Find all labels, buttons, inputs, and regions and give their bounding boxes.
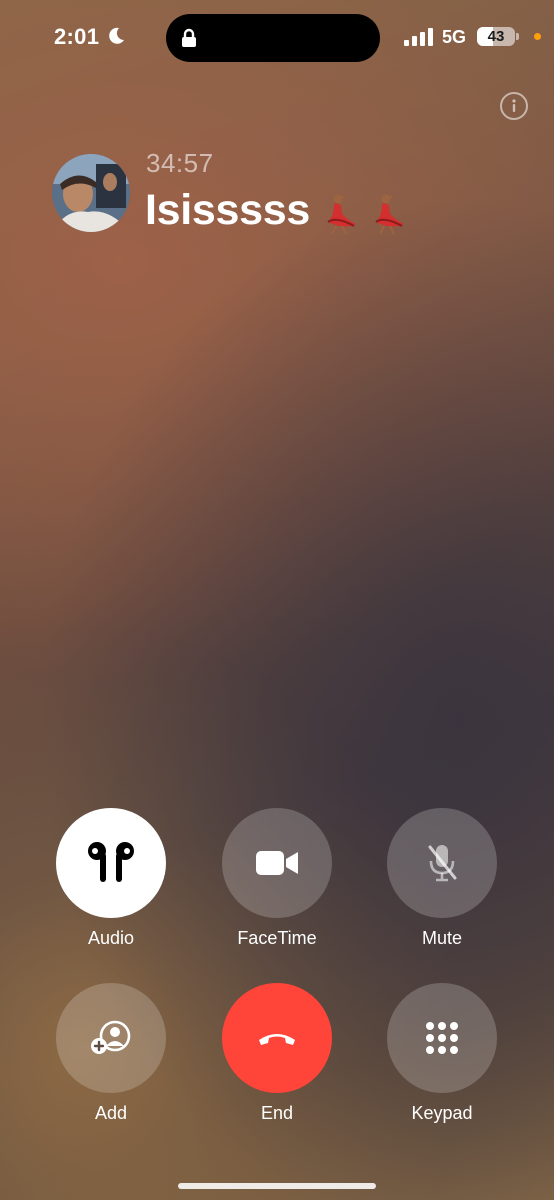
audio-button-circle[interactable] xyxy=(56,808,166,918)
audio-button[interactable]: Audio xyxy=(56,808,166,949)
video-camera-icon xyxy=(256,851,298,875)
audio-label: Audio xyxy=(87,928,135,948)
add-label: Add xyxy=(94,1103,128,1123)
facetime-label: FaceTime xyxy=(237,928,317,948)
add-call-button[interactable]: Add xyxy=(56,983,166,1124)
mute-label: Mute xyxy=(421,928,463,948)
end-call-button[interactable]: End xyxy=(222,983,332,1124)
mic-slash-icon xyxy=(428,845,457,882)
add-call-button-circle[interactable] xyxy=(56,983,166,1093)
mute-button-circle[interactable] xyxy=(387,808,497,918)
dynamic-island xyxy=(166,14,380,62)
home-indicator[interactable] xyxy=(178,1183,376,1189)
end-call-button-circle[interactable] xyxy=(222,983,332,1093)
airpods-icon xyxy=(88,842,134,882)
keypad-button[interactable]: Keypad xyxy=(387,983,497,1124)
keypad-icon xyxy=(426,1022,458,1054)
caller-avatar xyxy=(52,154,130,232)
keypad-label: Keypad xyxy=(411,1103,473,1123)
status-time: 2:01 xyxy=(54,24,100,49)
call-duration: 34:57 xyxy=(146,148,214,178)
battery-tip xyxy=(516,33,519,40)
facetime-button[interactable]: FaceTime xyxy=(222,808,332,949)
add-person-icon xyxy=(91,1020,131,1054)
privacy-indicator-dot xyxy=(534,33,541,40)
info-icon xyxy=(512,99,516,112)
phone-down-icon xyxy=(259,1034,295,1045)
moon-icon xyxy=(109,27,124,44)
mute-button[interactable]: Mute xyxy=(387,808,497,949)
network-type: 5G xyxy=(442,27,467,47)
lock-icon xyxy=(182,28,196,47)
keypad-button-circle[interactable] xyxy=(387,983,497,1093)
caller-name: Isisssss xyxy=(145,186,310,234)
info-button[interactable] xyxy=(500,92,528,120)
end-label: End xyxy=(260,1103,294,1123)
facetime-button-circle[interactable] xyxy=(222,808,332,918)
battery-level: 43 xyxy=(487,28,505,45)
cellular-signal-icon xyxy=(404,28,433,46)
dancer-emoji-icon xyxy=(327,194,404,235)
battery-indicator: 43 xyxy=(477,27,515,46)
